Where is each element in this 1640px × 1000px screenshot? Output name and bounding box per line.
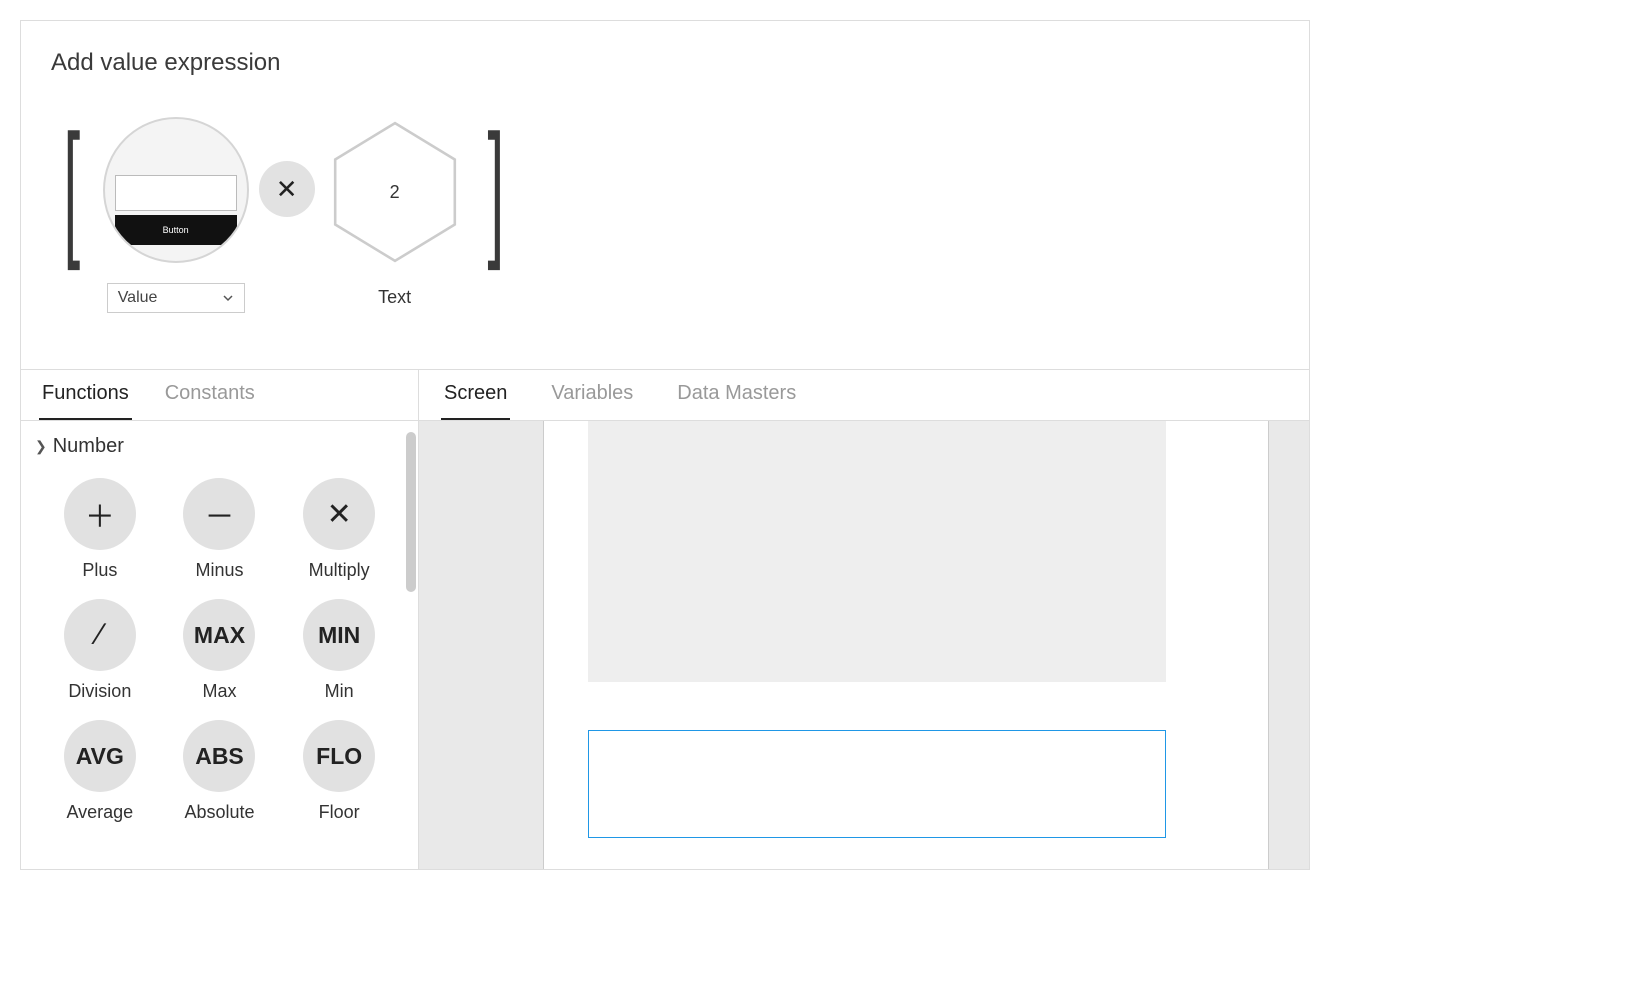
right-bracket-icon: ] xyxy=(487,117,504,257)
function-average[interactable]: AVG Average xyxy=(43,720,157,823)
expression-top-section: Add value expression [ Button Value ✕ xyxy=(21,21,1309,369)
function-min[interactable]: MIN Min xyxy=(282,599,396,702)
bottom-section: Functions Constants ❯ Number ＋ Plus － Mi… xyxy=(21,369,1309,869)
preview-selected-input[interactable] xyxy=(588,730,1166,838)
right-tabs: Screen Variables Data Masters xyxy=(419,370,1309,421)
element-preview-button-label: Button xyxy=(115,215,237,245)
left-bracket-icon: [ xyxy=(64,117,81,257)
hexagon-constant: 2 xyxy=(325,117,465,267)
expression-constant-node[interactable]: 2 Text xyxy=(325,117,465,308)
tab-constants[interactable]: Constants xyxy=(162,382,258,420)
max-icon: MAX xyxy=(183,599,255,671)
function-division[interactable]: ∕ Division xyxy=(43,599,157,702)
dropdown-selected-label: Value xyxy=(118,289,158,307)
constant-value-label: 2 xyxy=(390,182,400,203)
tab-functions[interactable]: Functions xyxy=(39,382,132,420)
flo-icon: FLO xyxy=(303,720,375,792)
tab-variables[interactable]: Variables xyxy=(548,382,636,420)
element-preview-circle: Button xyxy=(103,117,249,263)
functions-pane: Functions Constants ❯ Number ＋ Plus － Mi… xyxy=(21,370,419,869)
screen-preview-area[interactable] xyxy=(419,421,1309,869)
expression-row: [ Button Value ✕ xyxy=(51,117,1279,313)
min-icon: MIN xyxy=(303,599,375,671)
chevron-right-icon: ❯ xyxy=(35,438,47,455)
minus-icon: － xyxy=(183,478,255,550)
multiply-icon: ✕ xyxy=(276,174,298,205)
section-header-number[interactable]: ❯ Number xyxy=(21,421,418,464)
expression-builder-panel: Add value expression [ Button Value ✕ xyxy=(20,20,1310,870)
page-title: Add value expression xyxy=(51,49,1279,77)
left-tabs: Functions Constants xyxy=(21,370,418,421)
constant-caption: Text xyxy=(378,287,411,308)
operator-chip[interactable]: ✕ xyxy=(259,161,315,217)
tab-data-masters[interactable]: Data Masters xyxy=(674,382,799,420)
multiply-icon: ✕ xyxy=(303,478,375,550)
avg-icon: AVG xyxy=(64,720,136,792)
division-icon: ∕ xyxy=(64,599,136,671)
tab-screen[interactable]: Screen xyxy=(441,382,510,420)
preview-pane: Screen Variables Data Masters xyxy=(419,370,1309,869)
functions-grid: ＋ Plus － Minus ✕ Multiply ∕ Division MAX xyxy=(21,464,418,823)
screen-canvas xyxy=(543,421,1269,869)
preview-grey-block[interactable] xyxy=(588,421,1166,682)
value-dropdown[interactable]: Value xyxy=(107,283,245,313)
function-absolute[interactable]: ABS Absolute xyxy=(163,720,277,823)
section-title: Number xyxy=(53,435,124,458)
function-minus[interactable]: － Minus xyxy=(163,478,277,581)
function-plus[interactable]: ＋ Plus xyxy=(43,478,157,581)
chevron-down-icon xyxy=(222,292,234,304)
function-max[interactable]: MAX Max xyxy=(163,599,277,702)
plus-icon: ＋ xyxy=(64,478,136,550)
function-floor[interactable]: FLO Floor xyxy=(282,720,396,823)
function-multiply[interactable]: ✕ Multiply xyxy=(282,478,396,581)
scrollbar-thumb[interactable] xyxy=(406,432,416,592)
expression-element-node[interactable]: Button Value xyxy=(103,117,249,313)
abs-icon: ABS xyxy=(183,720,255,792)
